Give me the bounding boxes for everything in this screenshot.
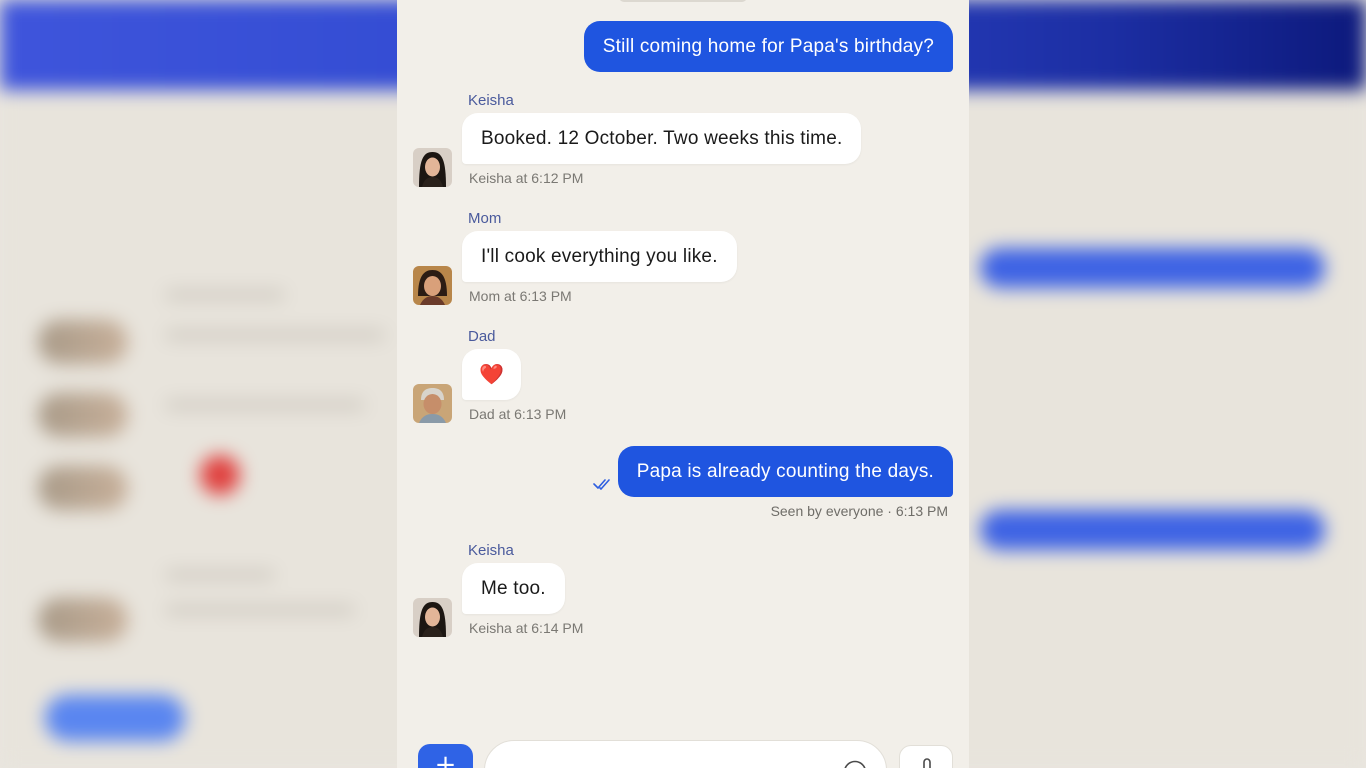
outgoing-message[interactable]: Still coming home for Papa's birthday? bbox=[583, 21, 953, 72]
message-meta: Keisha at 6:12 PM bbox=[469, 170, 584, 186]
background-button bbox=[45, 695, 185, 741]
message-input-container[interactable] bbox=[484, 740, 887, 768]
emoji-icon[interactable] bbox=[843, 760, 867, 768]
background-line bbox=[165, 570, 275, 580]
sender-name: Keisha bbox=[468, 542, 514, 559]
background-avatar bbox=[38, 393, 128, 437]
seen-receipt: Seen by everyone · 6:13 PM bbox=[770, 503, 948, 519]
double-check-icon bbox=[593, 479, 610, 490]
background-line bbox=[165, 290, 285, 300]
message-meta: Mom at 6:13 PM bbox=[469, 288, 572, 304]
message-meta: Dad at 6:13 PM bbox=[469, 406, 567, 422]
outgoing-message[interactable]: Papa is already counting the days. bbox=[617, 446, 953, 497]
mic-button[interactable] bbox=[899, 745, 953, 768]
background-avatar bbox=[38, 320, 128, 364]
dad-avatar[interactable] bbox=[413, 384, 452, 423]
background-avatar bbox=[38, 598, 128, 642]
incoming-message[interactable]: Me too. bbox=[462, 563, 565, 614]
background-line bbox=[165, 605, 355, 615]
message-meta: Keisha at 6:14 PM bbox=[469, 620, 584, 636]
incoming-message[interactable]: ❤️ bbox=[462, 349, 521, 400]
background-bubble bbox=[980, 510, 1325, 550]
keisha-avatar[interactable] bbox=[413, 598, 452, 637]
incoming-message[interactable]: Booked. 12 October. Two weeks this time. bbox=[462, 113, 862, 164]
background-line bbox=[165, 400, 365, 410]
chat-panel: Still coming home for Papa's birthday? K… bbox=[397, 0, 969, 768]
background-line bbox=[165, 330, 385, 340]
sender-name: Mom bbox=[468, 210, 502, 227]
background-avatar bbox=[38, 466, 128, 510]
background-heart bbox=[200, 455, 240, 495]
keisha-avatar[interactable] bbox=[413, 148, 452, 187]
plus-icon: + bbox=[434, 750, 457, 768]
previous-message-edge bbox=[619, 0, 747, 2]
sender-name: Keisha bbox=[468, 92, 514, 109]
mom-avatar[interactable] bbox=[413, 266, 452, 305]
incoming-message[interactable]: I'll cook everything you like. bbox=[462, 231, 737, 282]
message-input[interactable] bbox=[507, 755, 827, 768]
sender-name: Dad bbox=[468, 328, 496, 345]
background-bubble bbox=[980, 248, 1325, 288]
attach-button[interactable]: + bbox=[418, 744, 473, 768]
mic-icon bbox=[923, 758, 931, 768]
